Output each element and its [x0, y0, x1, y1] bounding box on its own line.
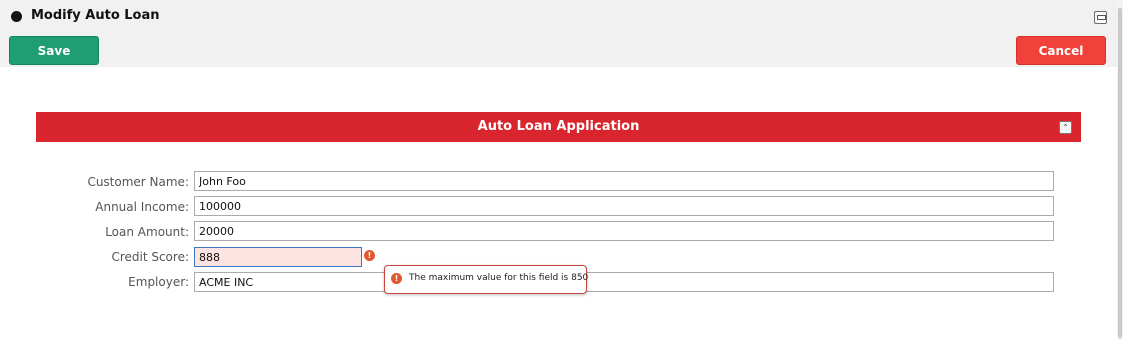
- page-title: Modify Auto Loan: [31, 8, 160, 23]
- section-header: Auto Loan Application ⌃: [36, 112, 1081, 142]
- vertical-scrollbar[interactable]: [1117, 0, 1123, 340]
- annual-income-field[interactable]: [194, 196, 1054, 216]
- validation-message: The maximum value for this field is 850: [409, 273, 589, 283]
- loan-amount-field[interactable]: [194, 221, 1054, 241]
- save-button[interactable]: Save: [9, 36, 99, 65]
- employer-field[interactable]: [194, 272, 1054, 292]
- error-icon: !: [364, 250, 375, 261]
- tooltip-error-icon: !: [391, 273, 402, 284]
- validation-tooltip: ! The maximum value for this field is 85…: [384, 265, 589, 294]
- credit-score-field[interactable]: [194, 247, 362, 267]
- scrollbar-thumb[interactable]: [1118, 8, 1122, 338]
- customer-name-field[interactable]: [194, 171, 1054, 191]
- restore-window-icon[interactable]: [1094, 11, 1107, 24]
- cancel-button[interactable]: Cancel: [1016, 36, 1106, 65]
- loan-amount-label: Loan Amount:: [105, 225, 189, 239]
- modify-auto-loan-page: Modify Auto Loan Save Cancel Auto Loan A…: [0, 0, 1123, 340]
- collapse-section-icon[interactable]: ⌃: [1059, 121, 1072, 134]
- section-title: Auto Loan Application: [477, 119, 640, 134]
- credit-score-label: Credit Score:: [111, 250, 189, 264]
- customer-name-label: Customer Name:: [87, 175, 189, 189]
- annual-income-label: Annual Income:: [95, 200, 189, 214]
- employer-label: Employer:: [128, 275, 189, 289]
- bullet-icon: [11, 11, 22, 22]
- toolbar: Modify Auto Loan Save Cancel: [0, 0, 1117, 67]
